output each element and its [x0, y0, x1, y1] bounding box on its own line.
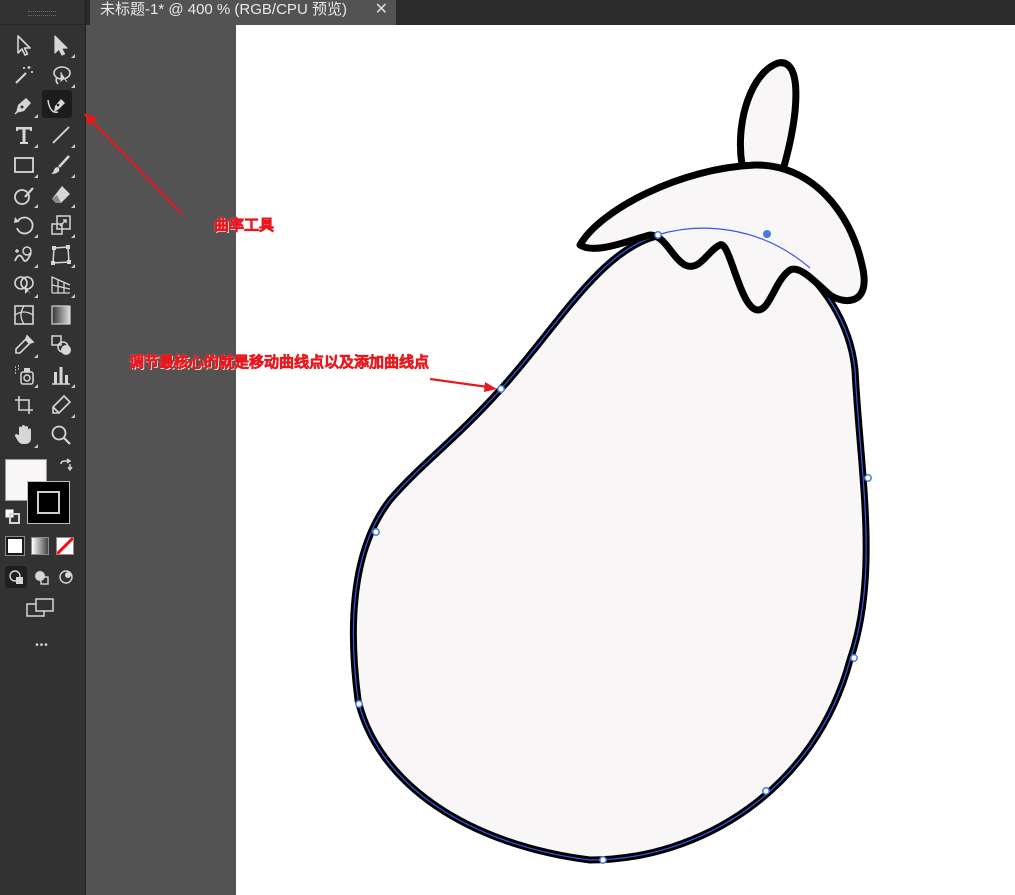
anchor-point — [850, 654, 858, 662]
selected-anchor-point — [763, 230, 771, 238]
core-tip-annotation: 调节最核心的就是移动曲线点以及添加曲线点 — [129, 354, 430, 372]
anchor-point — [497, 385, 505, 393]
eggplant-body — [349, 227, 870, 864]
eggplant-artwork[interactable] — [0, 0, 1015, 895]
arrow-to-curvature-tool — [91, 120, 183, 215]
anchor-point — [599, 856, 607, 864]
eggplant-stem — [736, 59, 800, 174]
anchor-point — [372, 528, 380, 536]
arrow-to-path-point — [429, 377, 489, 389]
anchor-point — [762, 787, 770, 795]
curvature-tool-annotation: 曲率工具 — [214, 217, 275, 235]
anchor-point — [355, 700, 363, 708]
anchor-point — [654, 231, 662, 239]
anchor-point — [864, 474, 872, 482]
